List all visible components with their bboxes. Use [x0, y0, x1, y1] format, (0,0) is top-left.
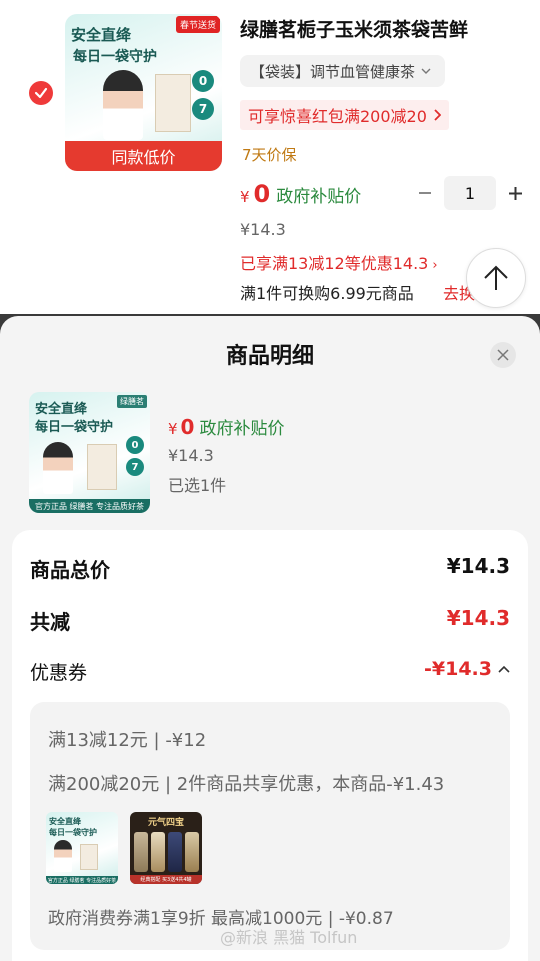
image-tea-box [155, 74, 191, 132]
detail-current-price: 0 [180, 415, 195, 439]
cart-item-card: 安全直绛 每日一袋守护 春节送货 0 7 同款低价 绿膳茗栀子玉米须茶袋苦鲜 【… [0, 0, 540, 320]
coupon-toggle[interactable]: -¥14.3 [424, 658, 510, 680]
increase-button[interactable] [504, 178, 526, 208]
thumb1-text-line2: 每日一袋守护 [49, 827, 97, 837]
thumbnail-text-line1: 安全直绛 [35, 402, 88, 417]
thumbnail-text-line2: 每日一袋守护 [35, 420, 114, 435]
selected-count: 已选1件 [168, 476, 227, 495]
thumbnail-badge-seven: 7 [126, 458, 144, 476]
image-badge-seven: 7 [192, 98, 214, 120]
decrease-button[interactable] [414, 178, 436, 208]
price-guarantee-label: 7天价保 [242, 146, 297, 164]
thumbnail-tea-box [87, 444, 117, 490]
back-to-top-button[interactable] [466, 248, 526, 308]
same-style-low-price-ribbon: 同款低价 [65, 141, 222, 171]
minus-icon [419, 192, 431, 194]
chevron-down-icon [421, 68, 431, 74]
watermark: @新浪 黑猫 Tolfun [220, 928, 358, 947]
chevron-up-icon [498, 665, 510, 673]
thumb2-can [134, 832, 148, 872]
thumbnail-footer: 官方正品 绿膳茗 专注品质好茶 [29, 499, 150, 513]
thumb2-can [185, 832, 199, 872]
total-reduction-label: 共减 [30, 610, 70, 634]
thumb2-can [151, 832, 165, 872]
gov-subsidy-label: 政府补贴价 [276, 187, 362, 207]
image-text-line1: 安全直绛 [71, 26, 132, 44]
current-price: 0 [253, 180, 271, 208]
image-badge-zero: 0 [192, 70, 214, 92]
promo-applied-link[interactable]: 已享满13减12等优惠14.3 › [240, 250, 438, 274]
thumb2-footer: 经典搭配 买3送4共4罐 [130, 875, 202, 884]
thumb2-can [168, 832, 182, 872]
currency-symbol: ¥ [168, 420, 178, 438]
total-price-label: 商品总价 [30, 558, 110, 582]
brand-tag: 绿膳茗 [117, 395, 147, 408]
check-circle-icon[interactable] [29, 81, 53, 105]
red-packet-coupon[interactable]: 可享惊喜红包满200减20 [240, 100, 449, 130]
thumb1-tea-box [80, 844, 98, 870]
chevron-right-icon: › [432, 258, 438, 273]
spring-delivery-tag: 春节送货 [175, 16, 220, 33]
quantity-stepper: 1 [414, 176, 526, 210]
product-image[interactable]: 安全直绛 每日一袋守护 春节送货 0 7 同款低价 [65, 14, 222, 171]
product-detail-sheet: 商品明细 安全直绛 每日一袋守护 绿膳茗 0 7 官方正品 绿膳茗 专注品质好茶… [0, 316, 540, 961]
image-text-line2: 每日一袋守护 [73, 49, 157, 65]
coupon-line-full-reduction: 满13减12元 | -¥12 [48, 730, 207, 751]
coupon-line-shared: 满200减20元 | 2件商品共享优惠，本商品-¥1.43 [48, 774, 445, 795]
thumb1-text-line1: 安全直绛 [49, 816, 81, 826]
thumb1-footer: 官方正品 绿膳茗 专注品质好茶 [46, 876, 118, 884]
coupon-detail-box: 满13减12元 | -¥12 满200减20元 | 2件商品共享优惠，本商品-¥… [30, 702, 510, 950]
coupon-label: 优惠券 [30, 662, 88, 684]
price-summary-card: 商品总价 ¥14.3 共减 ¥14.3 优惠券 -¥14.3 满13减12元 |… [12, 530, 528, 961]
coupon-value: -¥14.3 [424, 658, 492, 680]
close-button[interactable] [490, 342, 516, 368]
total-price-value: ¥14.3 [446, 554, 510, 578]
original-price: ¥14.3 [240, 220, 286, 239]
spec-selector[interactable]: 【袋装】调节血管健康茶 [240, 55, 446, 87]
currency-symbol: ¥ [240, 188, 250, 206]
price-row: ¥ 0 政府补贴价 [240, 180, 361, 208]
thumbnail-badge-zero: 0 [126, 436, 144, 454]
plus-icon [508, 186, 522, 200]
shared-product-thumbnail-2[interactable]: 元气四宝 经典搭配 买3送4共4罐 [130, 812, 202, 884]
arrow-up-icon [484, 265, 508, 290]
sheet-title: 商品明细 [225, 344, 314, 369]
chevron-right-icon [434, 109, 441, 121]
swap-purchase-text: 满1件可换购6.99元商品 [240, 284, 414, 303]
thumb1-person [54, 840, 72, 872]
shared-product-thumbnail-1[interactable]: 安全直绛 每日一袋守护 官方正品 绿膳茗 专注品质好茶 [46, 812, 118, 884]
quantity-input[interactable]: 1 [444, 176, 496, 210]
product-thumbnail[interactable]: 安全直绛 每日一袋守护 绿膳茗 0 7 官方正品 绿膳茗 专注品质好茶 [29, 392, 150, 513]
detail-original-price: ¥14.3 [168, 446, 214, 465]
thumbnail-person [43, 442, 73, 494]
detail-price-row: ¥ 0 政府补贴价 [168, 414, 284, 439]
coupon-text: 可享惊喜红包满200减20 [248, 107, 427, 126]
thumb2-title: 元气四宝 [147, 818, 184, 828]
image-person [103, 70, 143, 140]
promo-text: 已享满13减12等优惠14.3 [240, 254, 429, 273]
close-icon [497, 349, 509, 361]
product-title[interactable]: 绿膳茗栀子玉米须茶袋苦鲜 [240, 15, 468, 42]
spec-label: 【袋装】调节血管健康茶 [250, 62, 416, 81]
total-reduction-value: ¥14.3 [446, 606, 510, 630]
detail-gov-subsidy-label: 政府补贴价 [199, 419, 285, 439]
